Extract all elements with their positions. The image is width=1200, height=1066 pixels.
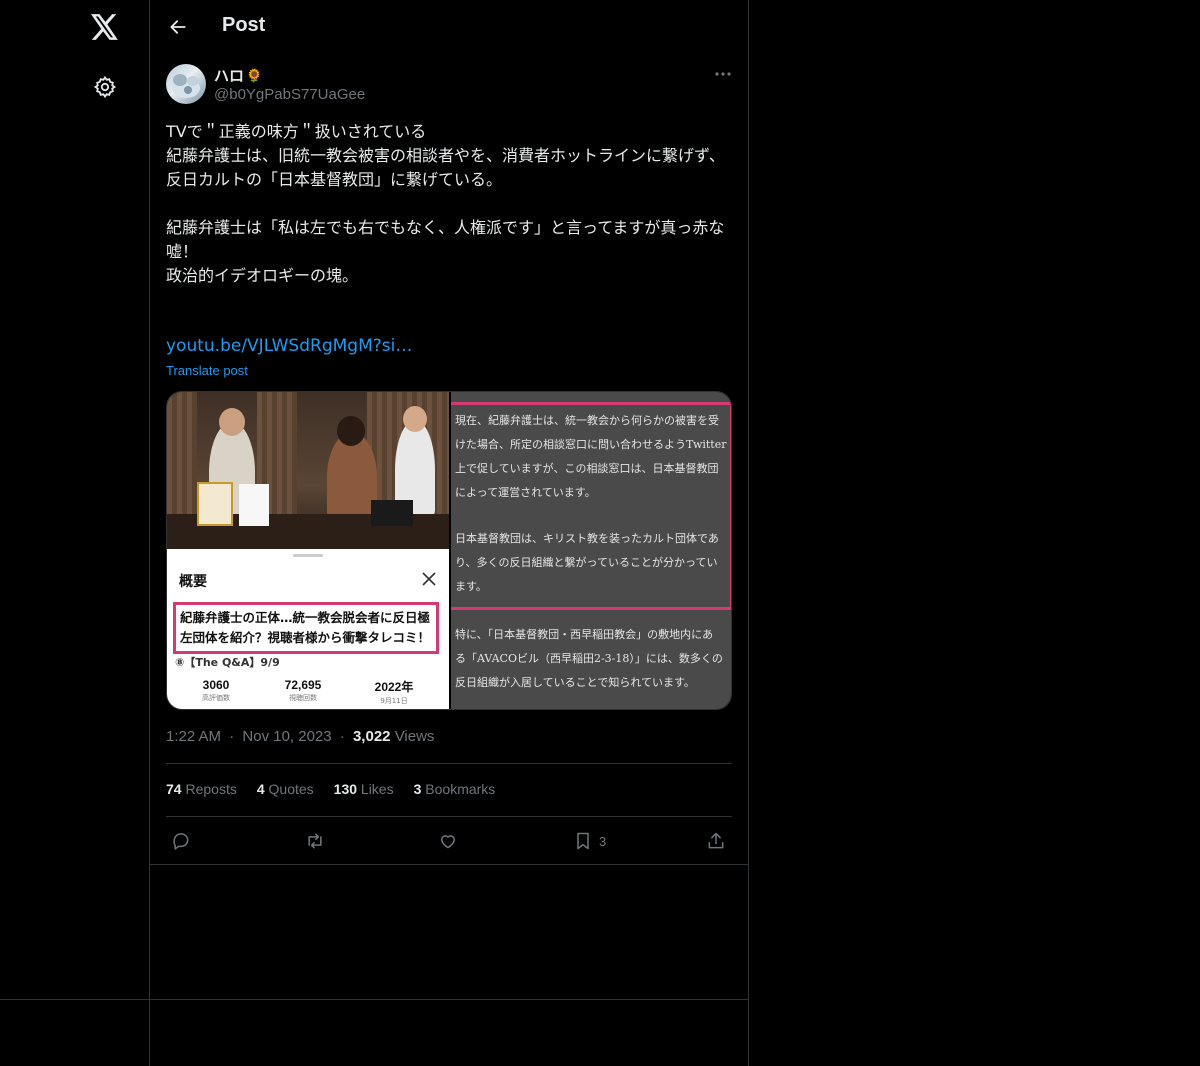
post-link[interactable]: youtu.be/VJLWSdRgMgM?si…: [166, 336, 412, 356]
stat-label: 高評価数: [202, 694, 230, 702]
stat-date: 2022年 9月11日: [359, 678, 429, 706]
x-logo-icon[interactable]: [88, 10, 122, 44]
stat-value: 72,695: [284, 678, 322, 692]
quotes-count: 4: [256, 781, 265, 797]
stat-value: 2022年: [374, 680, 414, 694]
doc-paragraph-3: 特に、「日本基督教団・西早稲田教会」の敷地内にあ る「AVACOビル（西早稲田2…: [455, 628, 723, 689]
left-nav: [0, 0, 150, 1000]
bookmark-count: 3: [599, 833, 607, 849]
avatar[interactable]: [166, 64, 206, 104]
column-border-left: [149, 865, 150, 1066]
more-options-icon[interactable]: [710, 64, 736, 84]
reply-button[interactable]: [171, 828, 191, 854]
divider: [166, 816, 732, 817]
reposts-count: 74: [166, 781, 182, 797]
settings-gear-icon[interactable]: [90, 72, 120, 102]
author-row: ハロ 🌻 @b0YgPabS77UaGee: [166, 64, 736, 108]
media-image-right[interactable]: 現在、紀藤弁護士は、統一教会から何らかの被害を受 けた場合、所定の相談窓口に問い…: [451, 392, 731, 709]
post-timestamp: 1:22 AM · Nov 10, 2023 · 3,022 Views: [166, 728, 434, 745]
bookmarks-count: 3: [413, 781, 422, 797]
stat-value: 3060: [202, 678, 230, 692]
likes-label: Likes: [360, 781, 394, 797]
share-icon: [708, 832, 724, 849]
bookmarks-stat[interactable]: 3 Bookmarks: [414, 781, 496, 797]
post-column: Post ハロ 🌻 @b0YgPabS77UaGee TVで＂正義の味方＂扱いさ…: [149, 0, 749, 865]
post-media[interactable]: 概要 紀藤弁護士の正体…統一教会脱会者に反日極左団体を紹介？視聴者様から衝撃タレ…: [166, 391, 732, 710]
stat-label: 9月11日: [380, 697, 408, 705]
stat-label: 視聴回数: [289, 694, 317, 702]
action-bar: 3: [166, 828, 734, 854]
post-date[interactable]: Nov 10, 2023: [242, 728, 331, 745]
summary-title: 概要: [179, 574, 207, 590]
back-arrow-icon[interactable]: [162, 11, 194, 43]
bottom-divider: [0, 999, 749, 1000]
separator-dot: ·: [229, 728, 235, 745]
doc-paragraph-2: 日本基督教団は、キリスト教を装ったカルト団体であ り、多くの反日組織と繋がってい…: [455, 532, 719, 593]
engagement-stats: 74 Reposts 4 Quotes 130 Likes 3 Bookmark…: [166, 781, 495, 797]
views-label: Views: [394, 728, 435, 745]
sunflower-icon: 🌻: [246, 67, 263, 83]
reposts-label: Reposts: [185, 781, 237, 797]
summary-headline: 紀藤弁護士の正体…統一教会脱会者に反日極左団体を紹介？視聴者様から衝撃タレコミ！: [173, 602, 439, 654]
post-text: TVで＂正義の味方＂扱いされている 紀藤弁護士は、旧統一教会被害の相談者やを、消…: [166, 122, 725, 285]
summary-card: 概要 紀藤弁護士の正体…統一教会脱会者に反日極左団体を紹介？視聴者様から衝撃タレ…: [167, 549, 449, 709]
page-title: Post: [222, 14, 266, 36]
separator-dot: ·: [339, 728, 345, 745]
likes-count: 130: [333, 781, 358, 797]
stat-views: 72,695 視聴回数: [268, 678, 338, 703]
quotes-label: Quotes: [268, 781, 314, 797]
likes-stat[interactable]: 130 Likes: [334, 781, 394, 797]
summary-subtitle: ⑧【The Q&A】9/9: [175, 656, 280, 669]
studio-scene-image: [167, 392, 449, 549]
bookmarks-label: Bookmarks: [425, 781, 496, 797]
views-count: 3,022: [352, 728, 391, 745]
media-image-left[interactable]: 概要 紀藤弁護士の正体…統一教会脱会者に反日極左団体を紹介？視聴者様から衝撃タレ…: [167, 392, 449, 709]
heart-icon: [441, 835, 455, 849]
repost-icon: [308, 833, 322, 849]
bookmark-icon: [577, 832, 589, 850]
translate-post-link[interactable]: Translate post: [166, 363, 248, 378]
column-border-right: [748, 865, 749, 1066]
display-name-text: ハロ: [214, 68, 245, 85]
bookmark-button[interactable]: 3: [573, 828, 606, 854]
reply-icon: [173, 833, 189, 850]
post-time[interactable]: 1:22 AM: [166, 728, 221, 745]
doc-paragraph-1: 現在、紀藤弁護士は、統一教会から何らかの被害を受 けた場合、所定の相談窓口に問い…: [455, 414, 727, 499]
stat-likes: 3060 高評価数: [181, 678, 251, 703]
author-handle[interactable]: @b0YgPabS77UaGee: [214, 86, 365, 103]
post-header: Post: [150, 0, 750, 54]
reposts-stat[interactable]: 74 Reposts: [166, 781, 237, 797]
author-display-name[interactable]: ハロ 🌻: [214, 65, 262, 86]
close-icon: [421, 571, 439, 589]
share-button[interactable]: [706, 828, 726, 854]
repost-button[interactable]: [304, 828, 326, 854]
divider: [166, 763, 732, 764]
like-button[interactable]: [438, 828, 458, 854]
quotes-stat[interactable]: 4 Quotes: [257, 781, 314, 797]
